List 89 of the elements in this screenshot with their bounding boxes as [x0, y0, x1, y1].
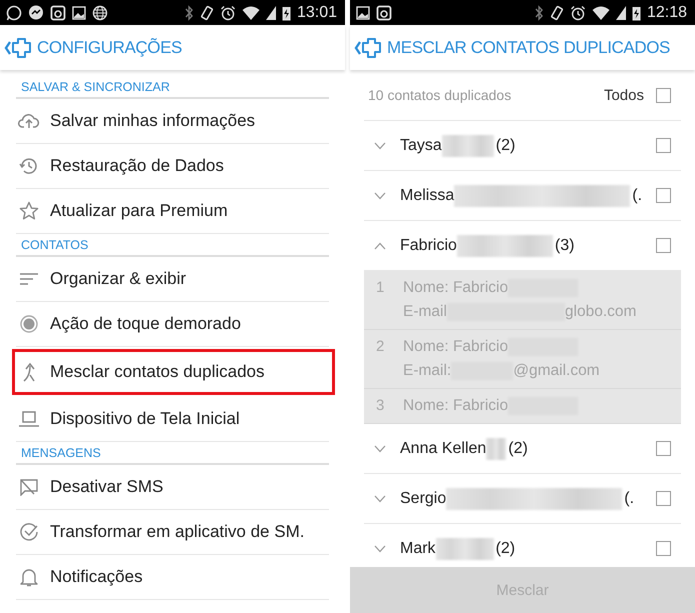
chat-bubble-icon	[28, 4, 44, 20]
image-icon	[356, 6, 370, 20]
status-time: 12:18	[646, 4, 687, 22]
section-header: MENSAGENS	[16, 442, 329, 465]
entry-text: Nome: Fabricio	[403, 397, 508, 415]
chevron-down-icon	[374, 544, 386, 552]
blurred-text	[486, 438, 506, 460]
check-circle-icon	[18, 522, 40, 542]
battery-icon	[282, 4, 291, 20]
checkbox[interactable]	[656, 441, 671, 456]
chevron-down-icon	[374, 192, 386, 200]
settings-item[interactable]: Ação de toque demorado	[16, 302, 329, 347]
checkbox[interactable]	[656, 491, 671, 506]
battery-icon	[632, 4, 641, 20]
rotate-icon	[550, 4, 564, 20]
duplicate-count: (2)	[496, 540, 516, 558]
entry-text: Nome: Fabricio	[403, 279, 508, 297]
settings-item[interactable]: Notificações	[16, 555, 329, 600]
entry-number: 3	[376, 396, 386, 416]
bluetooth-icon	[534, 4, 544, 20]
alarm-clock-icon	[220, 4, 236, 20]
alarm-clock-icon	[570, 4, 586, 20]
entry-text: @gmail.com	[513, 362, 600, 380]
blurred-text	[442, 134, 494, 156]
wifi-icon	[242, 4, 260, 20]
checkbox[interactable]	[656, 541, 671, 556]
contact-name: Sergio	[400, 490, 446, 508]
entry-number: 2	[376, 337, 386, 357]
chevron-down-icon	[374, 142, 386, 150]
select-all-label: Todos	[604, 86, 644, 104]
entry-text: globo.com	[564, 303, 636, 321]
contact-name: Mark	[400, 540, 436, 558]
entry-text: E-mail	[403, 303, 447, 321]
app-logo-icon	[4, 36, 34, 58]
section-header: CONTATOS	[16, 234, 329, 257]
settings-item[interactable]: Atualizar para Premium	[16, 189, 329, 234]
contact-group-row[interactable]: Anna Kellen (2)	[364, 424, 681, 474]
settings-item[interactable]: Salvar minhas informações	[16, 99, 329, 144]
chevron-down-icon	[374, 494, 386, 502]
entry-text: Nome: Fabricio	[403, 338, 508, 356]
contact-name: Melissa	[400, 186, 454, 204]
duplicate-count: (.	[624, 490, 634, 508]
sort-lines-icon	[18, 273, 40, 285]
entry-text: E-mail:	[403, 362, 452, 380]
chat-bubble-icon	[6, 4, 22, 20]
settings-item[interactable]: Dispositivo de Tela Inicial	[16, 397, 329, 442]
cloud-upload-icon	[18, 112, 40, 130]
contact-name: Anna Kellen	[400, 440, 486, 458]
contact-name: Taysa	[400, 136, 442, 154]
contact-group-row[interactable]: Melissa (.	[364, 171, 681, 221]
app-logo-icon	[354, 36, 384, 58]
duplicate-count: (.	[632, 186, 642, 204]
radio-dot-icon	[18, 315, 40, 333]
camera-icon	[50, 4, 66, 20]
message-off-icon	[18, 478, 40, 496]
chevron-down-icon	[374, 444, 386, 452]
settings-item[interactable]: Mesclar contatos duplicados	[12, 349, 335, 395]
chevron-up-icon	[374, 242, 386, 250]
camera-icon	[376, 4, 392, 20]
checkbox[interactable]	[656, 138, 671, 153]
history-icon	[18, 156, 40, 176]
settings-item[interactable]: Desativar SMS	[16, 465, 329, 510]
entry-number: 1	[376, 278, 386, 298]
globe-icon	[92, 4, 108, 20]
checkbox[interactable]	[656, 238, 671, 253]
duplicate-count: (3)	[554, 236, 574, 254]
checkbox[interactable]	[656, 88, 671, 102]
wifi-icon	[592, 4, 610, 20]
contact-group-row[interactable]: Taysa (2)	[364, 121, 681, 171]
bluetooth-icon	[184, 4, 194, 20]
bell-icon	[18, 567, 40, 587]
monitor-icon	[18, 410, 40, 428]
section-header: SALVAR & SINCRONIZAR	[16, 76, 329, 99]
duplicate-count: 10 contatos duplicados	[368, 87, 512, 103]
status-time: 13:01	[296, 4, 337, 22]
settings-item[interactable]: Restauração de Dados	[16, 144, 329, 189]
star-icon	[18, 201, 40, 221]
blurred-text	[436, 538, 494, 560]
rotate-icon	[200, 4, 214, 20]
duplicate-count: (2)	[508, 440, 528, 458]
signal-icon	[266, 4, 276, 20]
image-icon	[72, 6, 86, 20]
duplicate-count: (2)	[496, 136, 516, 154]
signal-icon	[616, 4, 626, 20]
settings-item[interactable]: Organizar & exibir	[16, 257, 329, 302]
settings-item[interactable]: Transformar em aplicativo de SM.	[16, 510, 329, 555]
contact-group-row[interactable]: Sergio (.	[364, 474, 681, 524]
contact-name: Fabricio	[400, 236, 457, 254]
checkbox[interactable]	[656, 188, 671, 203]
